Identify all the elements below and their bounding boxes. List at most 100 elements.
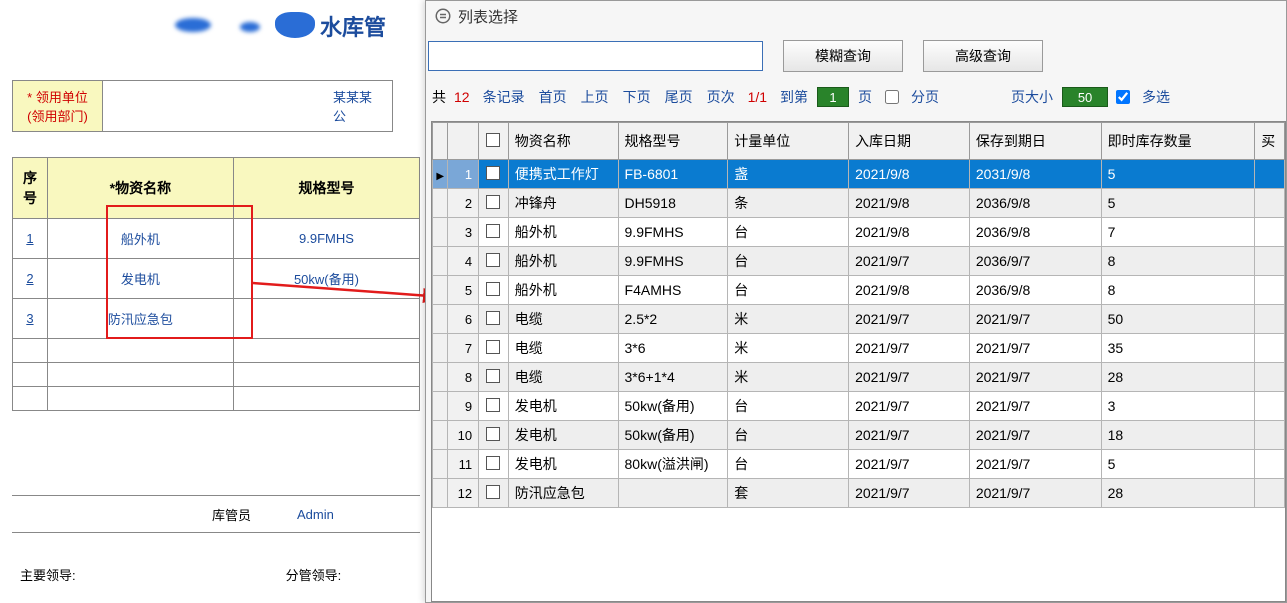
cell-qty[interactable]: 8: [1101, 247, 1255, 276]
cell-unit[interactable]: 套: [728, 479, 849, 508]
row-checkbox[interactable]: [479, 421, 509, 450]
cell-extra[interactable]: [1255, 305, 1285, 334]
nav-goto-input[interactable]: [817, 87, 849, 107]
row-idx[interactable]: 1: [13, 219, 48, 259]
cell-date-in[interactable]: 2021/9/7: [849, 479, 970, 508]
cell-qty[interactable]: 5: [1101, 450, 1255, 479]
cell-unit[interactable]: 台: [728, 276, 849, 305]
col-checkbox-header[interactable]: [479, 123, 509, 160]
cell-extra[interactable]: [1255, 479, 1285, 508]
cell-name[interactable]: 冲锋舟: [508, 189, 618, 218]
row-checkbox[interactable]: [479, 160, 509, 189]
cell-spec[interactable]: FB-6801: [618, 160, 728, 189]
col-extra[interactable]: 买: [1255, 123, 1285, 160]
cell-unit[interactable]: 台: [728, 218, 849, 247]
cell-date-in[interactable]: 2021/9/8: [849, 276, 970, 305]
cell-qty[interactable]: 28: [1101, 363, 1255, 392]
cell-extra[interactable]: [1255, 160, 1285, 189]
checkbox-icon[interactable]: [486, 369, 500, 383]
cell-qty[interactable]: 3: [1101, 392, 1255, 421]
cell-extra[interactable]: [1255, 392, 1285, 421]
cell-date-in[interactable]: 2021/9/7: [849, 363, 970, 392]
cell-qty[interactable]: 8: [1101, 276, 1255, 305]
cell-unit[interactable]: 盏: [728, 160, 849, 189]
cell-extra[interactable]: [1255, 247, 1285, 276]
cell-date-exp[interactable]: 2021/9/7: [969, 392, 1101, 421]
cell-name[interactable]: 发电机: [508, 392, 618, 421]
receive-unit-value[interactable]: 某某某公: [103, 81, 393, 132]
cell-name[interactable]: 发电机: [508, 421, 618, 450]
grid-row[interactable]: 7电缆3*6米2021/9/72021/9/735: [433, 334, 1285, 363]
cell-date-exp[interactable]: 2036/9/8: [969, 189, 1101, 218]
cell-name[interactable]: 电缆: [508, 334, 618, 363]
cell-date-exp[interactable]: 2036/9/8: [969, 276, 1101, 305]
cell-date-in[interactable]: 2021/9/7: [849, 305, 970, 334]
cell-date-exp[interactable]: 2021/9/7: [969, 334, 1101, 363]
cell-qty[interactable]: 50: [1101, 305, 1255, 334]
cell-spec[interactable]: 50kw(备用): [618, 421, 728, 450]
cell-date-exp[interactable]: 2021/9/7: [969, 363, 1101, 392]
cell-name[interactable]: 防汛应急包: [508, 479, 618, 508]
cell-date-in[interactable]: 2021/9/8: [849, 189, 970, 218]
cell-qty[interactable]: 5: [1101, 160, 1255, 189]
table-row[interactable]: 2发电机50kw(备用): [13, 259, 420, 299]
col-date-exp[interactable]: 保存到期日: [969, 123, 1101, 160]
checkbox-icon[interactable]: [486, 133, 500, 147]
cell-qty[interactable]: 7: [1101, 218, 1255, 247]
cell-unit[interactable]: 台: [728, 421, 849, 450]
nav-paging-label[interactable]: 分页: [911, 87, 939, 107]
cell-extra[interactable]: [1255, 363, 1285, 392]
nav-next[interactable]: 下页: [623, 87, 651, 107]
row-spec[interactable]: 9.9FMHS: [233, 219, 419, 259]
nav-last[interactable]: 尾页: [665, 87, 693, 107]
cell-extra[interactable]: [1255, 450, 1285, 479]
checkbox-icon[interactable]: [486, 456, 500, 470]
nav-first[interactable]: 首页: [539, 87, 567, 107]
search-input[interactable]: [428, 41, 763, 71]
cell-spec[interactable]: 50kw(备用): [618, 392, 728, 421]
cell-date-exp[interactable]: 2036/9/7: [969, 247, 1101, 276]
col-unit[interactable]: 计量单位: [728, 123, 849, 160]
nav-multisel-label[interactable]: 多选: [1142, 87, 1170, 107]
cell-name[interactable]: 发电机: [508, 450, 618, 479]
cell-date-exp[interactable]: 2021/9/7: [969, 421, 1101, 450]
row-idx[interactable]: 3: [13, 299, 48, 339]
row-checkbox[interactable]: [479, 363, 509, 392]
cell-spec[interactable]: 3*6: [618, 334, 728, 363]
grid-row[interactable]: 2冲锋舟DH5918条2021/9/82036/9/85: [433, 189, 1285, 218]
fuzzy-search-button[interactable]: 模糊查询: [783, 40, 903, 72]
cell-qty[interactable]: 28: [1101, 479, 1255, 508]
row-checkbox[interactable]: [479, 450, 509, 479]
cell-date-in[interactable]: 2021/9/7: [849, 450, 970, 479]
cell-date-in[interactable]: 2021/9/8: [849, 160, 970, 189]
nav-multisel-checkbox[interactable]: [1116, 90, 1130, 104]
cell-spec[interactable]: 3*6+1*4: [618, 363, 728, 392]
col-qty[interactable]: 即时库存数量: [1101, 123, 1255, 160]
grid-row[interactable]: 5船外机F4AMHS台2021/9/82036/9/88: [433, 276, 1285, 305]
cell-spec[interactable]: 9.9FMHS: [618, 218, 728, 247]
cell-spec[interactable]: F4AMHS: [618, 276, 728, 305]
cell-name[interactable]: 电缆: [508, 305, 618, 334]
cell-extra[interactable]: [1255, 276, 1285, 305]
row-checkbox[interactable]: [479, 247, 509, 276]
grid-row[interactable]: 1便携式工作灯FB-6801盏2021/9/82031/9/85: [433, 160, 1285, 189]
grid-row[interactable]: 8电缆3*6+1*4米2021/9/72021/9/728: [433, 363, 1285, 392]
checkbox-icon[interactable]: [486, 166, 500, 180]
row-name[interactable]: 防汛应急包: [47, 299, 233, 339]
row-checkbox[interactable]: [479, 392, 509, 421]
cell-date-in[interactable]: 2021/9/8: [849, 218, 970, 247]
table-row[interactable]: 1船外机9.9FMHS: [13, 219, 420, 259]
cell-date-in[interactable]: 2021/9/7: [849, 421, 970, 450]
col-date-in[interactable]: 入库日期: [849, 123, 970, 160]
row-checkbox[interactable]: [479, 479, 509, 508]
checkbox-icon[interactable]: [486, 340, 500, 354]
row-name[interactable]: 船外机: [47, 219, 233, 259]
cell-extra[interactable]: [1255, 189, 1285, 218]
checkbox-icon[interactable]: [486, 427, 500, 441]
grid-row[interactable]: 4船外机9.9FMHS台2021/9/72036/9/78: [433, 247, 1285, 276]
checkbox-icon[interactable]: [486, 398, 500, 412]
cell-unit[interactable]: 台: [728, 247, 849, 276]
row-spec[interactable]: [233, 299, 419, 339]
checkbox-icon[interactable]: [486, 253, 500, 267]
col-spec[interactable]: 规格型号: [618, 123, 728, 160]
